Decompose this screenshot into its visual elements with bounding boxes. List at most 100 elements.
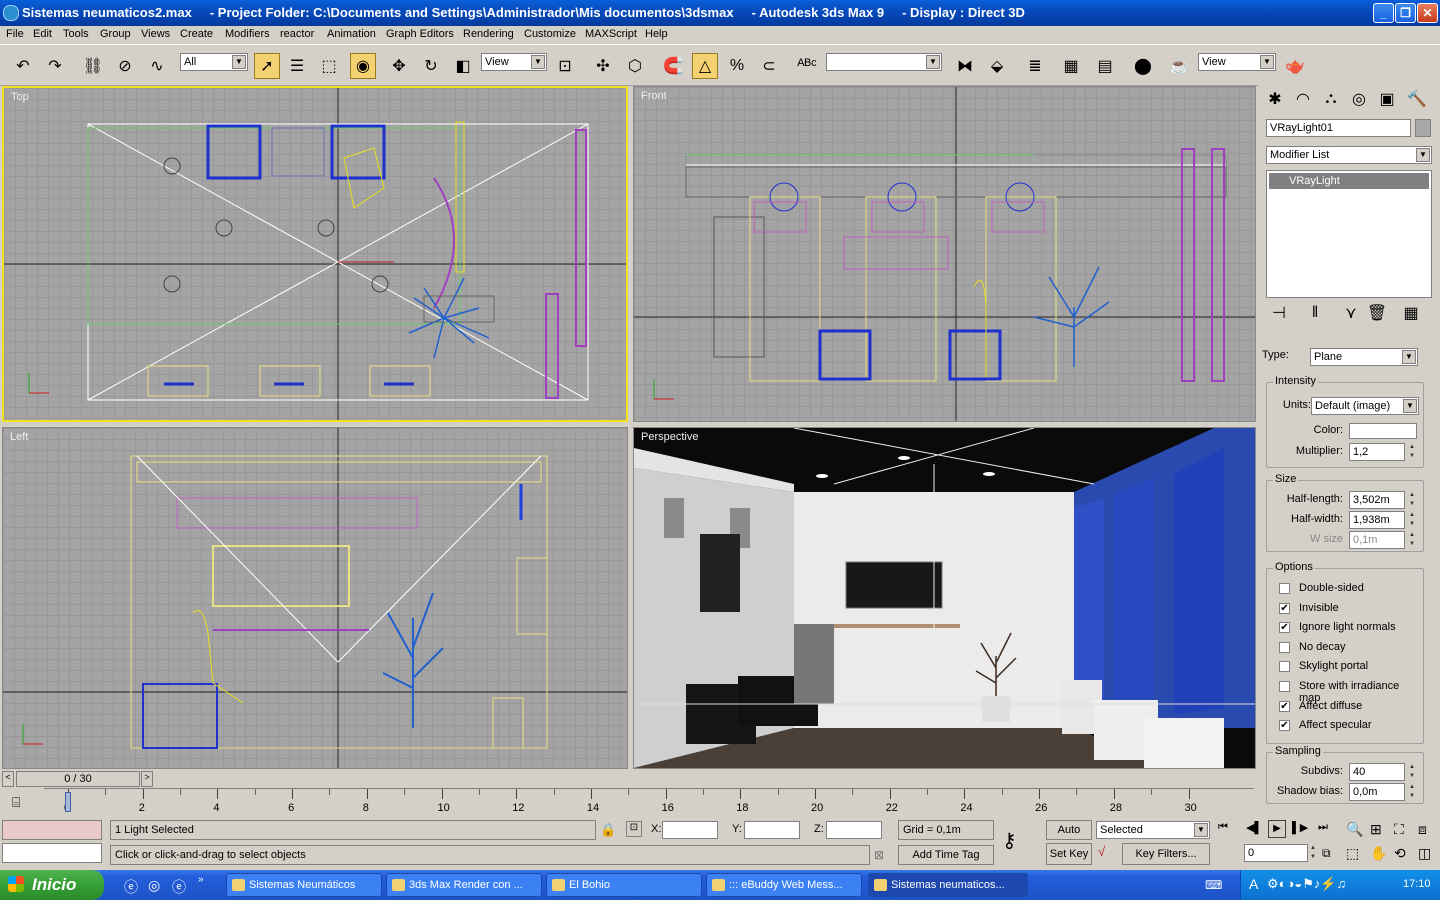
unlink-icon[interactable]: ⊘ [112,53,138,79]
menu-tools[interactable]: Tools [63,28,89,40]
z-coordinate-field[interactable] [826,821,882,839]
minimize-button[interactable]: _ [1373,3,1394,23]
time-slider[interactable]: 0 / 30 [16,771,140,787]
taskbar-item[interactable]: El Bohio [546,873,702,897]
undo-icon[interactable]: ↶ [10,53,36,79]
redo-icon[interactable]: ↷ [42,53,68,79]
key-mode-dropdown[interactable]: Selected ▼ [1096,821,1210,839]
units-dropdown[interactable]: Default (image) ▼ [1311,397,1419,415]
window-crossing-icon[interactable]: ◉ [350,53,376,79]
option-checkbox[interactable] [1279,681,1290,692]
multiplier-spinner[interactable]: ▲ ▼ [1407,443,1417,461]
menu-create[interactable]: Create [180,28,213,40]
next-frame-icon[interactable]: ▌▶ [1292,821,1308,834]
w-size-field[interactable]: 0,1m [1349,531,1405,549]
option-checkbox[interactable]: ✔ [1279,720,1290,732]
previous-frame-icon[interactable]: ◀▌ [1246,821,1262,834]
select-object-icon[interactable]: ➚ [254,53,280,79]
pan-icon[interactable]: ✋ [1370,845,1387,862]
layer-manager-icon[interactable]: ≣ [1022,53,1048,79]
zoom-all-icon[interactable]: ⊞ [1370,821,1382,838]
menu-views[interactable]: Views [141,28,170,40]
subdivs-spinner[interactable]: ▲ ▼ [1407,763,1417,781]
default-tangents-icon[interactable]: √ [1098,844,1105,859]
track-bar[interactable]: ⌸ 024681012141618202224262830 [0,788,1258,818]
viewport-front[interactable]: Front [633,86,1256,422]
mirror-icon[interactable]: ⧓ [952,53,978,79]
quick-launch-more-icon[interactable]: » [198,874,204,885]
option-checkbox[interactable]: ✔ [1279,622,1290,634]
time-configuration-icon[interactable]: ⧉ [1322,846,1331,861]
align-icon[interactable]: ⬙ [984,53,1010,79]
remove-modifier-icon[interactable]: 🗑 [1364,300,1390,326]
zoom-extents-all-icon[interactable]: ⧈ [1418,821,1427,838]
auto-key-button[interactable]: Auto Key [1046,820,1092,854]
menu-group[interactable]: Group [100,28,131,40]
taskbar-item[interactable]: Sistemas neumaticos... [868,873,1028,897]
configure-modifier-sets-icon[interactable]: ▦ [1398,300,1424,326]
option-checkbox[interactable] [1279,641,1290,653]
show-end-result-icon[interactable]: ‖ [1302,300,1328,326]
modifier-list-dropdown[interactable]: Modifier List ▼ [1266,146,1432,164]
menu-help[interactable]: Help [645,28,668,40]
modify-tab-icon[interactable]: ◠ [1290,86,1316,112]
manipulate-icon[interactable]: ✣ [590,53,616,79]
half-width-spinner[interactable]: ▲ ▼ [1407,511,1417,529]
frame-spinner[interactable]: ▲ ▼ [1308,844,1318,862]
keyboard-icon[interactable]: ⌨ [1205,878,1222,892]
menu-modifiers[interactable]: Modifiers [225,28,270,40]
create-tab-icon[interactable]: ✱ [1262,86,1288,112]
select-link-icon[interactable]: ⛓ [80,53,106,79]
lock-icon[interactable]: 🔒 [600,822,616,838]
render-scene-icon[interactable]: ☕ [1166,53,1192,79]
reference-coordinate-dropdown[interactable]: View ▼ [481,53,547,71]
quick-render-icon[interactable]: 🫖 [1282,53,1308,79]
time-cursor[interactable] [65,792,71,812]
render-type-dropdown[interactable]: View ▼ [1198,53,1276,71]
app-icon[interactable] [3,5,19,21]
maximize-viewport-icon[interactable]: ◫ [1418,845,1431,862]
add-time-tag-button[interactable]: Add Time Tag [898,845,994,865]
slider-prev-icon[interactable]: < [2,771,14,787]
keyboard-shortcut-icon[interactable]: ⬡ [622,53,648,79]
named-selection-dropdown[interactable]: ▼ [826,53,942,71]
option-checkbox[interactable]: ✔ [1279,602,1290,614]
display-tab-icon[interactable]: ▣ [1374,86,1400,112]
angle-snap-icon[interactable]: △ [692,53,718,79]
motion-tab-icon[interactable]: ◎ [1346,86,1372,112]
mini-curve-editor-icon[interactable]: ⌸ [12,794,20,811]
shadow-bias-field[interactable]: 0,0m [1349,783,1405,801]
region-zoom-icon[interactable]: ⬚ [1346,845,1359,862]
menu-reactor[interactable]: reactor [280,28,314,40]
key-filters-button[interactable]: Key Filters... [1122,843,1210,865]
absolute-mode-icon[interactable]: ⊡ [626,821,642,837]
go-to-start-icon[interactable]: ⏮ [1218,821,1228,834]
pin-stack-icon[interactable]: ⊣ [1266,300,1292,326]
modifier-stack-item[interactable]: VRayLight [1269,173,1429,189]
menu-maxscript[interactable]: MAXScript [585,28,637,40]
subdivs-field[interactable]: 40 [1349,763,1405,781]
set-key-button[interactable]: Set Key [1046,843,1092,865]
menu-animation[interactable]: Animation [327,28,376,40]
menu-file[interactable]: File [6,28,24,40]
light-color-swatch[interactable] [1349,423,1417,439]
maxscript-listener-mini[interactable] [2,820,102,840]
utilities-tab-icon[interactable]: 🔨 [1404,86,1430,112]
multiplier-field[interactable]: 1,2 [1349,443,1405,461]
y-coordinate-field[interactable] [744,821,800,839]
object-name-field[interactable]: VRayLight01 [1266,119,1411,137]
tray-app-icons[interactable]: ⚙◐◑◒⚑♪⚡♫ [1267,876,1346,892]
hierarchy-tab-icon[interactable]: ⛬ [1318,86,1344,112]
half-length-field[interactable]: 3,502m [1349,491,1405,509]
snap-toggle-icon[interactable]: 🧲 [660,53,686,79]
type-dropdown[interactable]: Plane ▼ [1310,348,1418,366]
make-unique-icon[interactable]: ⋎ [1338,300,1364,326]
object-color-swatch[interactable] [1415,119,1431,137]
viewport-perspective[interactable]: Perspective [633,427,1256,769]
shadow-bias-spinner[interactable]: ▲ ▼ [1407,783,1417,801]
half-width-field[interactable]: 1,938m [1349,511,1405,529]
outlook-express-icon[interactable]: ◎ [148,877,160,894]
scale-icon[interactable]: ◧ [450,53,476,79]
rectangular-selection-icon[interactable]: ⬚ [316,53,342,79]
select-by-name-icon[interactable]: ☰ [284,53,310,79]
